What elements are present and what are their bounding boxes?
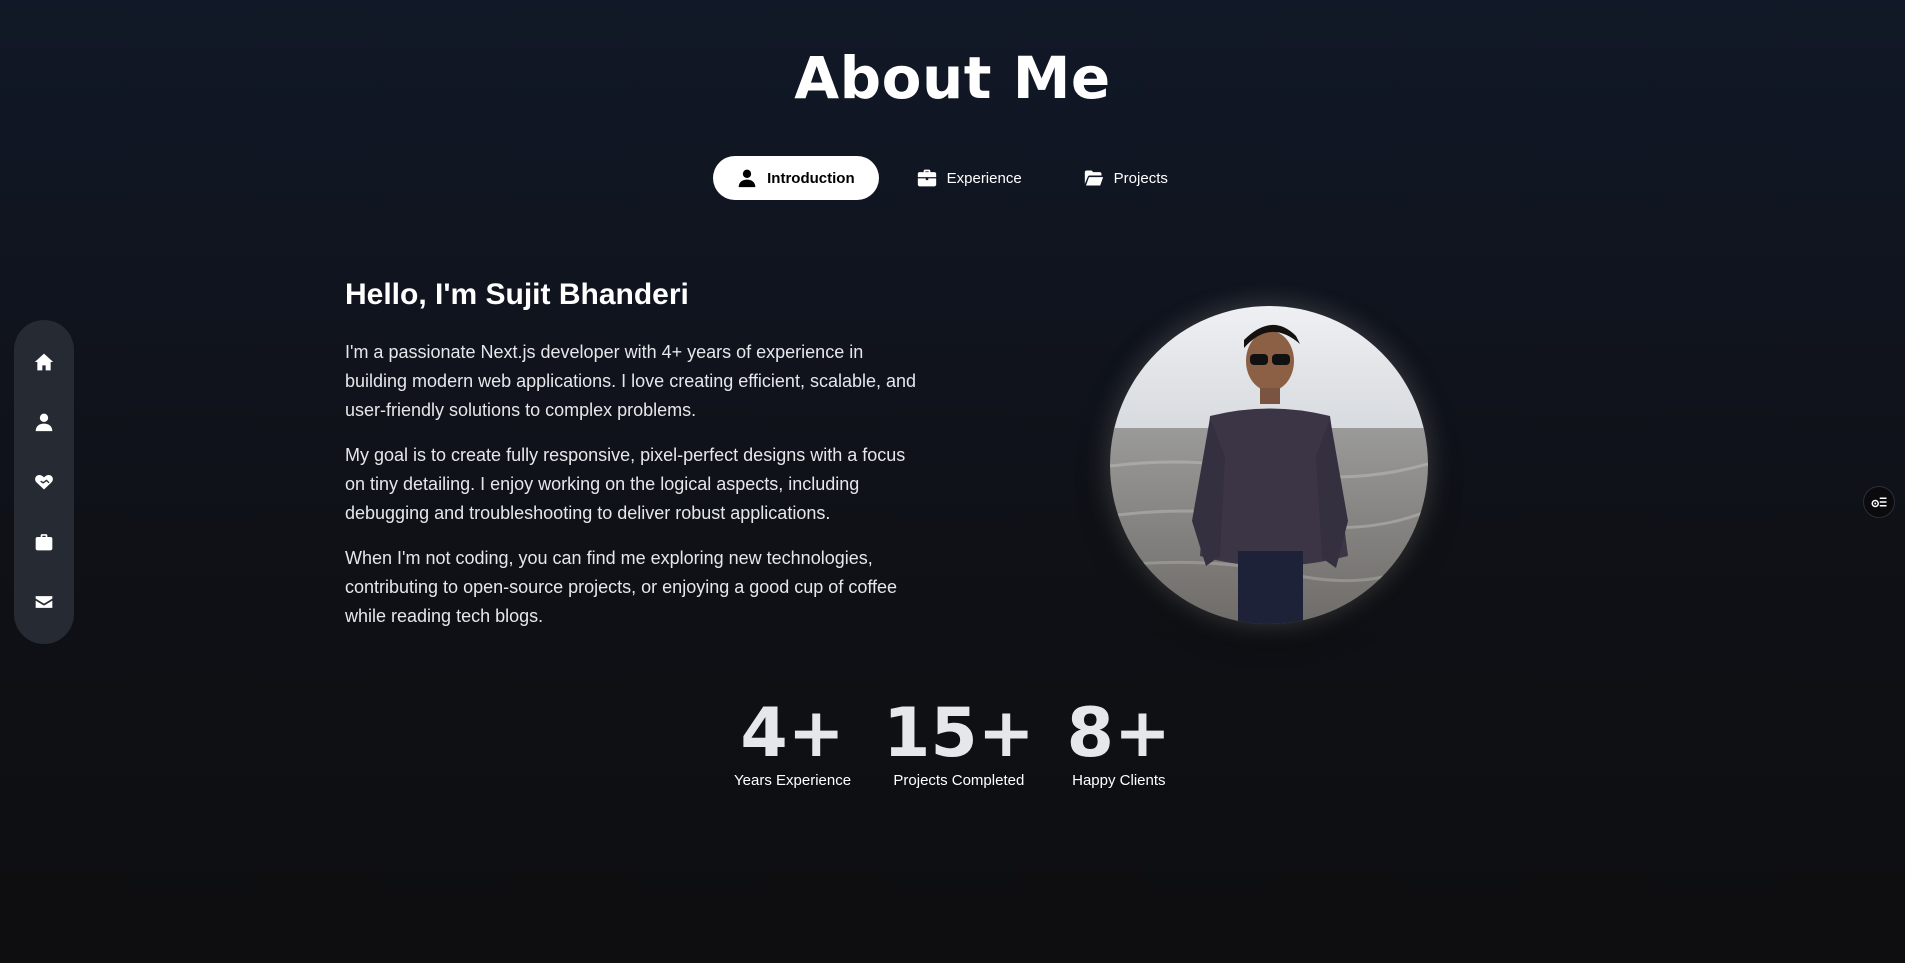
tab-label: Introduction (767, 169, 855, 187)
user-icon (35, 413, 53, 432)
settings-list-icon (1871, 497, 1887, 508)
heart-handshake-icon (35, 475, 53, 490)
briefcase-icon (917, 169, 936, 187)
stat-label: Projects Completed (893, 772, 1025, 789)
nav-experience[interactable] (24, 522, 64, 562)
stats-row: 4+ Years Experience 15+ Projects Complet… (0, 694, 1905, 790)
user-icon (738, 169, 756, 188)
intro-paragraph: When I'm not coding, you can find me exp… (345, 548, 898, 626)
stat-value: 4+ (740, 694, 845, 773)
side-nav (14, 320, 74, 644)
introduction-section: Hello, I'm Sujit Bhanderi I'm a passiona… (345, 278, 930, 647)
tab-projects[interactable]: Projects (1060, 156, 1192, 200)
nav-about[interactable] (24, 402, 64, 442)
stat-value: 15+ (883, 694, 1035, 773)
stat-years: 4+ Years Experience (734, 694, 852, 790)
home-icon (34, 353, 54, 371)
floating-settings-button[interactable] (1863, 486, 1895, 518)
nav-home[interactable] (24, 342, 64, 382)
tab-label: Experience (946, 169, 1022, 187)
nav-services[interactable] (24, 462, 64, 502)
nav-contact[interactable] (24, 582, 64, 622)
stat-projects: 15+ Projects Completed (883, 694, 1035, 790)
envelope-icon (35, 596, 53, 608)
tab-introduction[interactable]: Introduction (713, 156, 879, 200)
greeting-heading: Hello, I'm Sujit Bhanderi (345, 278, 689, 311)
folder-open-icon (1084, 170, 1103, 186)
briefcase-icon (35, 534, 53, 551)
stat-value: 8+ (1066, 694, 1171, 773)
intro-paragraph: My goal is to create fully responsive, p… (345, 445, 906, 523)
tab-bar: Introduction Experience Projects (0, 156, 1905, 200)
stat-clients: 8+ Happy Clients (1066, 694, 1171, 790)
tab-experience[interactable]: Experience (893, 156, 1046, 200)
tab-label: Projects (1113, 169, 1168, 187)
stat-label: Happy Clients (1072, 772, 1166, 789)
intro-paragraph: I'm a passionate Next.js developer with … (345, 342, 917, 420)
stat-label: Years Experience (734, 772, 852, 789)
page-title: About Me (794, 44, 1111, 112)
profile-photo (1110, 306, 1428, 624)
